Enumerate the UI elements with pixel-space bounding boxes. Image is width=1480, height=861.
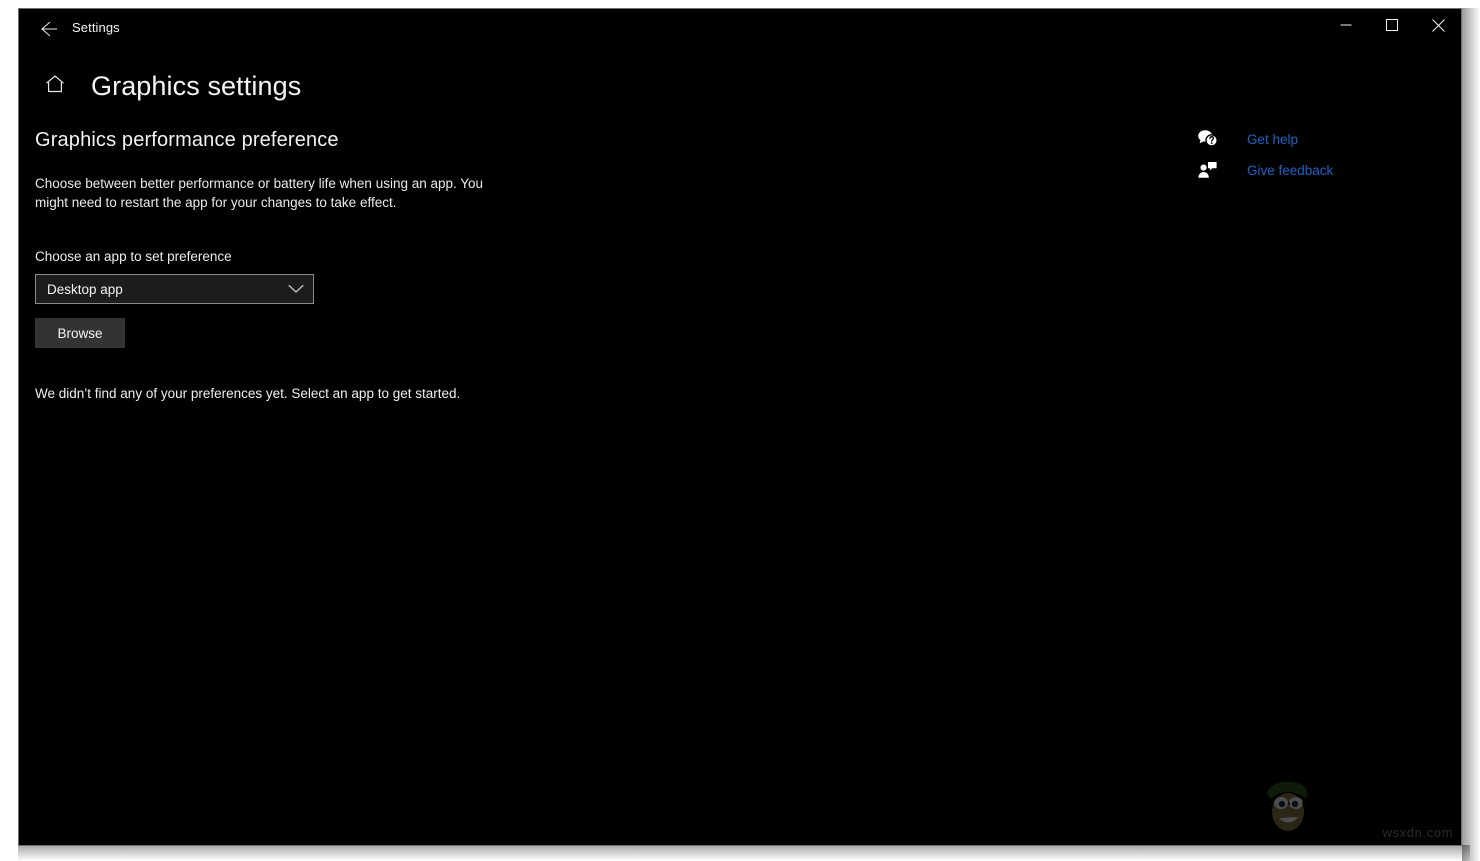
- settings-window: Settings Graphics settings Graphics perf…: [18, 8, 1462, 846]
- help-rail: Get help Give feedback: [1197, 127, 1427, 189]
- get-help-link[interactable]: Get help: [1197, 127, 1427, 151]
- feedback-person-icon: [1197, 159, 1223, 181]
- maximize-button[interactable]: [1369, 9, 1415, 41]
- main-content: Graphics performance preference Choose b…: [35, 129, 935, 401]
- help-bubble-icon: [1197, 128, 1223, 150]
- section-heading: Graphics performance preference: [35, 129, 339, 151]
- window-shadow-bottom: [18, 845, 1470, 861]
- app-type-label: Choose an app to set preference: [35, 249, 232, 264]
- get-help-label: Get help: [1247, 131, 1299, 147]
- home-icon: [44, 73, 66, 100]
- page-title: Graphics settings: [91, 70, 302, 101]
- close-button[interactable]: [1415, 9, 1461, 41]
- title-bar: Settings: [19, 9, 1461, 49]
- give-feedback-link[interactable]: Give feedback: [1197, 158, 1427, 182]
- minimize-icon: [1340, 19, 1352, 31]
- maximize-icon: [1386, 19, 1398, 31]
- caption-button-group: [1323, 9, 1461, 41]
- app-type-select-value: Desktop app: [47, 281, 123, 297]
- browse-button[interactable]: Browse: [35, 318, 125, 348]
- home-button[interactable]: [34, 65, 76, 107]
- section-description: Choose between better performance or bat…: [35, 176, 484, 210]
- watermark-text: wsxdn.com: [1382, 825, 1453, 840]
- back-arrow-icon: [39, 19, 59, 39]
- app-title: Settings: [72, 20, 120, 35]
- site-mascot-logo: [1257, 774, 1319, 836]
- minimize-button[interactable]: [1323, 9, 1369, 41]
- back-button[interactable]: [26, 12, 72, 46]
- empty-state-message: We didn’t find any of your preferences y…: [35, 386, 461, 401]
- chevron-down-icon: [288, 284, 304, 294]
- window-shadow-right: [1462, 8, 1480, 861]
- app-type-select[interactable]: Desktop app: [35, 274, 314, 304]
- give-feedback-label: Give feedback: [1247, 162, 1334, 178]
- page-header: Graphics settings: [19, 65, 301, 107]
- close-icon: [1431, 18, 1445, 32]
